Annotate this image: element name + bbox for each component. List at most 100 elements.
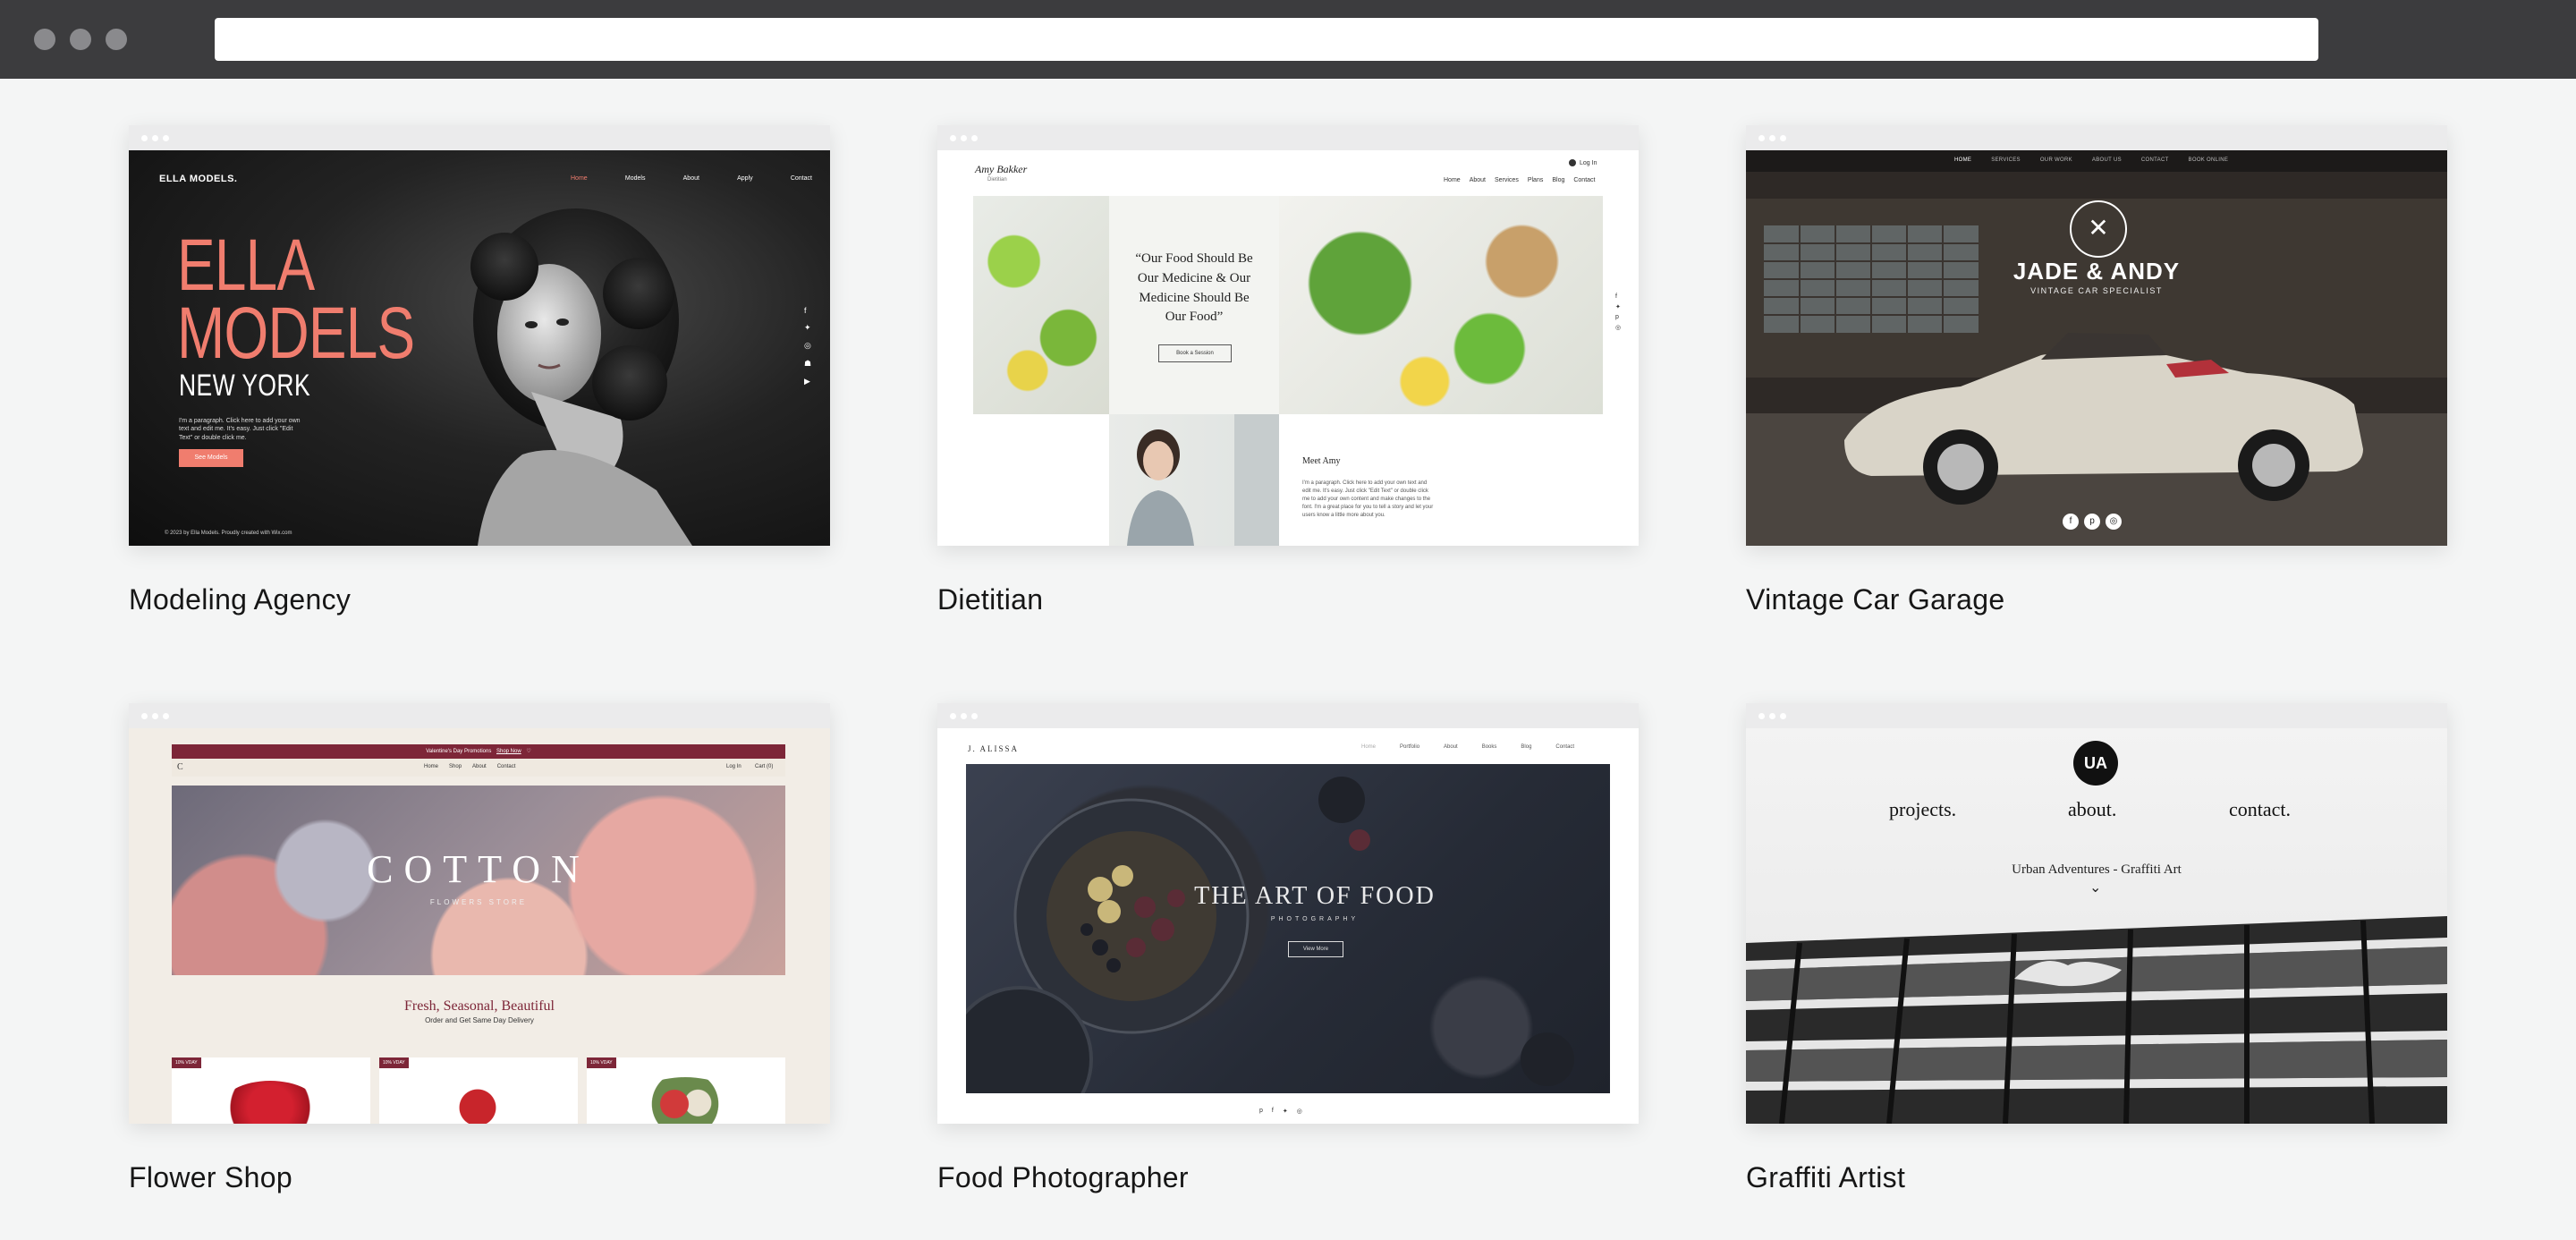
product-card[interactable]: 10% VDAY <box>172 1057 370 1124</box>
meet-title: Meet Amy <box>1302 456 1341 466</box>
template-card-flower-shop[interactable]: Valentine's Day Promotions Shop Now ♡ C … <box>129 703 830 1193</box>
product-card[interactable]: 10% VDAY <box>587 1057 785 1124</box>
template-preview[interactable]: Valentine's Day Promotions Shop Now ♡ C … <box>129 703 830 1124</box>
site-logo: ELLA MODELS. <box>159 174 238 184</box>
instagram-icon[interactable]: ◎ <box>1615 324 1621 331</box>
site-logo: J. ALISSA <box>968 744 1020 753</box>
nav-item[interactable]: Home <box>1361 744 1376 750</box>
nav-item[interactable]: Plans <box>1528 177 1544 183</box>
template-card-modeling-agency[interactable]: ELLA MODELS. Home Models About Apply Con… <box>129 125 830 616</box>
nav-item[interactable]: Models <box>625 175 646 182</box>
instagram-icon[interactable]: ◎ <box>804 341 811 351</box>
pinterest-icon[interactable]: p <box>2084 514 2100 530</box>
template-title[interactable]: Modeling Agency <box>129 583 351 616</box>
see-models-button[interactable]: See Models <box>179 449 243 467</box>
instagram-icon[interactable]: ◎ <box>1297 1108 1302 1115</box>
login-link[interactable]: Log In <box>1569 159 1597 166</box>
nav-item[interactable]: SERVICES <box>1991 157 2021 163</box>
nav-item[interactable]: Contact <box>1555 744 1574 750</box>
template-card-graffiti-artist[interactable]: UA projects. about. contact. Urban Adven… <box>1746 703 2447 1193</box>
social-bar: f ✦ p ◎ <box>1615 293 1621 331</box>
facebook-icon[interactable]: f <box>804 306 811 315</box>
nav-item[interactable]: Contact <box>1573 177 1595 183</box>
nav-item[interactable]: Contact <box>791 175 812 182</box>
template-preview[interactable]: UA projects. about. contact. Urban Adven… <box>1746 703 2447 1124</box>
hero-caption: Urban Adventures - Graffiti Art <box>2012 862 2182 877</box>
nav-item[interactable]: Blog <box>1521 744 1531 750</box>
template-card-food-photographer[interactable]: J. ALISSA Home Portfolio About Books Blo… <box>937 703 1639 1193</box>
twitter-icon[interactable]: ✦ <box>804 323 811 333</box>
cart-link[interactable]: Cart (0) <box>755 764 773 769</box>
preview-window-bar <box>937 703 1639 728</box>
template-card-dietitian[interactable]: Amy Bakker Dietitian Log In Home About S… <box>937 125 1639 616</box>
pinterest-icon[interactable]: p <box>1615 314 1621 320</box>
instagram-icon[interactable]: ◎ <box>2106 514 2122 530</box>
facebook-icon[interactable]: f <box>1615 293 1621 300</box>
promo-text: Valentine's Day Promotions <box>426 749 492 754</box>
preview-window-bar <box>1746 125 2447 150</box>
facebook-icon[interactable]: f <box>2063 514 2079 530</box>
hero-title: COTTON <box>367 847 590 891</box>
nav-item[interactable]: About <box>1444 744 1458 750</box>
nav-item[interactable]: Home <box>424 764 438 769</box>
nav-item[interactable]: contact. <box>2229 798 2291 821</box>
facebook-icon[interactable]: f <box>1272 1108 1274 1115</box>
site-header: C Home Shop About Contact Log In Cart (0… <box>172 759 785 777</box>
nav-item[interactable]: HOME <box>1954 157 1971 163</box>
nav-item[interactable]: projects. <box>1889 798 1956 821</box>
nav-item[interactable]: About <box>1470 177 1486 183</box>
brand-title: JADE & ANDY <box>2012 258 2181 285</box>
nav-item[interactable]: Shop <box>449 764 462 769</box>
book-session-button[interactable]: Book a Session <box>1158 344 1232 362</box>
chevron-down-icon[interactable]: ⌄ <box>2089 879 2101 896</box>
nav-item[interactable]: Home <box>571 175 588 182</box>
snapchat-icon[interactable]: ☗ <box>804 359 811 369</box>
nav-item[interactable]: ABOUT US <box>2092 157 2122 163</box>
youtube-icon[interactable]: ▶ <box>804 377 811 386</box>
template-title[interactable]: Food Photographer <box>937 1161 1189 1194</box>
nav-item[interactable]: about. <box>2068 798 2116 821</box>
hero-subtitle: NEW YORK <box>179 369 311 403</box>
section-subline: Order and Get Same Day Delivery <box>425 1016 534 1024</box>
nav-item[interactable]: Blog <box>1552 177 1564 183</box>
nav-item[interactable]: Contact <box>497 764 516 769</box>
pinterest-icon[interactable]: p <box>1259 1108 1263 1115</box>
template-preview[interactable]: J. ALISSA Home Portfolio About Books Blo… <box>937 703 1639 1124</box>
nav-item[interactable]: CONTACT <box>2141 157 2169 163</box>
nav-item[interactable]: About <box>472 764 487 769</box>
nav-item[interactable]: Services <box>1495 177 1519 183</box>
view-more-button[interactable]: View More <box>1288 941 1343 957</box>
nav-item[interactable]: Portfolio <box>1400 744 1419 750</box>
promo-bar[interactable]: Valentine's Day Promotions Shop Now ♡ <box>172 744 785 759</box>
browser-chrome <box>0 0 2576 79</box>
site-nav: Home Portfolio About Books Blog Contact <box>1361 744 1574 750</box>
discount-badge: 10% VDAY <box>172 1057 201 1068</box>
address-bar[interactable] <box>215 18 2318 61</box>
nav-item[interactable]: OUR WORK <box>2040 157 2072 163</box>
template-title[interactable]: Graffiti Artist <box>1746 1161 1905 1194</box>
template-preview[interactable]: Amy Bakker Dietitian Log In Home About S… <box>937 125 1639 546</box>
twitter-icon[interactable]: ✦ <box>1283 1108 1288 1115</box>
nav-item[interactable]: About <box>683 175 699 182</box>
window-close-dot[interactable] <box>34 29 55 50</box>
window-maximize-dot[interactable] <box>106 29 127 50</box>
login-link[interactable]: Log In <box>726 764 741 769</box>
template-title[interactable]: Vintage Car Garage <box>1746 583 2004 616</box>
shop-now-link[interactable]: Shop Now <box>496 749 521 754</box>
hero-paragraph: I'm a paragraph. Click here to add your … <box>179 418 301 441</box>
window-minimize-dot[interactable] <box>70 29 91 50</box>
template-preview[interactable]: HOME SERVICES OUR WORK ABOUT US CONTACT … <box>1746 125 2447 546</box>
template-card-vintage-car-garage[interactable]: HOME SERVICES OUR WORK ABOUT US CONTACT … <box>1746 125 2447 616</box>
nav-item[interactable]: BOOK ONLINE <box>2189 157 2229 163</box>
nav-item[interactable]: Apply <box>737 175 753 182</box>
portrait-image <box>470 208 692 546</box>
nav-item[interactable]: Home <box>1444 177 1461 183</box>
template-title[interactable]: Flower Shop <box>129 1161 292 1194</box>
template-preview[interactable]: ELLA MODELS. Home Models About Apply Con… <box>129 125 830 546</box>
hero-title-line-2: MODELS <box>177 293 415 374</box>
nav-item[interactable]: Books <box>1482 744 1497 750</box>
template-title[interactable]: Dietitian <box>937 583 1043 616</box>
wrench-logo-icon: ✕ <box>2070 200 2127 258</box>
twitter-icon[interactable]: ✦ <box>1615 303 1621 310</box>
product-card[interactable]: 10% VDAY <box>379 1057 578 1124</box>
